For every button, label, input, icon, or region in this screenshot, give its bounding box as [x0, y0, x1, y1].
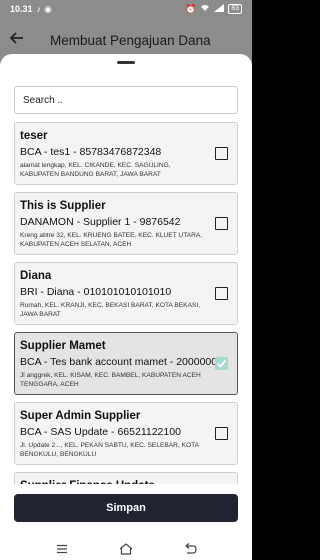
search-input[interactable] [14, 86, 238, 114]
app-bar: Membuat Pengajuan Dana [0, 22, 252, 58]
supplier-address: Jl. Update 2..., KEL. PEKAN SABTU, KEC. … [20, 442, 199, 458]
supplier-address: alamat lengkap, KEL. CIKANDE, KEC. SAGUL… [20, 162, 171, 178]
sheet-drag-handle[interactable] [117, 61, 135, 64]
supplier-name: Supplier Finance Update [20, 479, 232, 484]
supplier-card[interactable]: Supplier Finance UpdateBCA - Finance Up … [14, 472, 238, 484]
supplier-bank-account: BCA - Tes bank account mamet - 2000000 [20, 356, 218, 368]
supplier-name: This is Supplier [20, 200, 106, 212]
supplier-card[interactable]: Diana BRI - Diana - 010101010101010 Rumah,… [14, 262, 238, 325]
supplier-bank-account: BCA - tes1 - 85783476872348 [20, 146, 162, 158]
signal-icon [214, 4, 225, 14]
page-title: Membuat Pengajuan Dana [50, 32, 211, 48]
tiktok-icon: ♪ [36, 3, 42, 14]
supplier-checkbox[interactable] [215, 217, 228, 230]
alarm-icon: ⏰ [184, 3, 197, 14]
status-time: 10.31 [10, 4, 33, 14]
save-button[interactable]: Simpan [14, 494, 238, 522]
supplier-list[interactable]: teser BCA - tes1 - 85783476872348 alamat l… [14, 122, 238, 484]
status-bar: 10.31 ♪ ◉ ⏰ 83 [0, 0, 252, 18]
supplier-card[interactable]: teser BCA - tes1 - 85783476872348 alamat l… [14, 122, 238, 185]
supplier-checkbox[interactable] [215, 357, 228, 370]
back-nav-icon[interactable] [179, 541, 201, 557]
supplier-card[interactable]: Supplier Mamet BCA - Tes bank account mam… [14, 332, 238, 395]
checkmark-icon [216, 359, 227, 368]
notification-icon: ◉ [44, 3, 52, 14]
supplier-address: Jl anggrek, KEL. KISAM, KEC. BAMBEL, KAB… [20, 372, 201, 388]
supplier-card[interactable]: Super Admin Supplier BCA - SAS Update - 6… [14, 402, 238, 465]
wifi-icon [200, 4, 210, 14]
supplier-bottom-sheet: teser BCA - tes1 - 85783476872348 alamat l… [0, 54, 252, 538]
supplier-card[interactable]: This is Supplier DANAMON - Supplier 1 - 9… [14, 192, 238, 255]
home-icon[interactable] [115, 541, 137, 557]
screen: 10.31 ♪ ◉ ⏰ 83 Membuat Pengajuan Dana te… [0, 0, 252, 560]
supplier-bank-account: BRI - Diana - 010101010101010 [20, 286, 172, 298]
battery-icon: 83 [228, 4, 242, 14]
supplier-bank-account: DANAMON - Supplier 1 - 9876542 [20, 216, 181, 228]
supplier-name: teser [20, 130, 48, 142]
supplier-checkbox[interactable] [215, 147, 228, 160]
back-arrow-icon[interactable] [9, 31, 32, 49]
supplier-name: Supplier Mamet [20, 340, 106, 352]
supplier-address: Kreng abtre 32, KEL. KRUENG BATEE, KEC. … [20, 232, 203, 248]
supplier-address: Rumah, KEL. KRANJI, KEC. BEKASI BARAT, K… [20, 302, 201, 318]
menu-icon[interactable] [51, 541, 73, 557]
navigation-bar [0, 538, 252, 560]
supplier-name: Diana [20, 270, 52, 282]
supplier-name: Super Admin Supplier [20, 410, 141, 422]
supplier-bank-account: BCA - SAS Update - 66521122100 [20, 426, 181, 438]
supplier-checkbox[interactable] [215, 287, 228, 300]
supplier-checkbox[interactable] [215, 427, 228, 440]
